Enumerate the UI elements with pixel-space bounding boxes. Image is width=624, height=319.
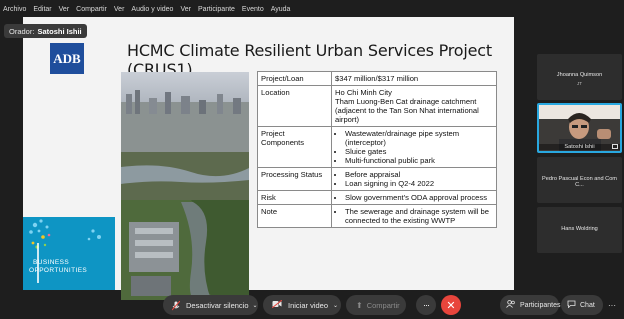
camera-off-icon xyxy=(271,299,283,310)
video-button[interactable]: Iniciar video ⌄ xyxy=(263,295,341,315)
project-info-table: Project/Loan $347 million/$317 million L… xyxy=(257,71,497,228)
participant-tile[interactable]: Jhoanna Quimson JT xyxy=(537,54,622,100)
menu-archivo[interactable]: Archivo xyxy=(3,6,26,13)
menu-ayuda[interactable]: Ayuda xyxy=(271,6,291,13)
row-key: Risk xyxy=(257,190,332,205)
mic-muted-icon xyxy=(171,300,181,310)
participant-tile-active[interactable]: Satoshi Ishii xyxy=(537,103,622,153)
speaker-label: Orador: Satoshi Ishii xyxy=(4,24,87,38)
participant-name: Hans Woldring xyxy=(561,226,598,232)
menu-ver-3[interactable]: Ver xyxy=(180,6,191,13)
share-icon: ⬆ xyxy=(356,300,363,310)
row-key: Project/Loan xyxy=(257,71,332,86)
participant-tile[interactable]: Hans Woldring xyxy=(537,207,622,253)
participant-name: Satoshi Ishii xyxy=(539,144,620,150)
row-value: Ho Chi Minh City Tham Luong-Ben Cat drai… xyxy=(331,85,497,127)
people-icon xyxy=(506,300,516,310)
close-icon: ✕ xyxy=(446,299,456,312)
menu-bar: Archivo Editar Ver Compartir Ver Audio y… xyxy=(0,0,624,18)
menu-ver-2[interactable]: Ver xyxy=(114,6,125,13)
mute-button[interactable]: Desactivar silencio ⌄ xyxy=(163,295,258,315)
row-key: Note xyxy=(257,204,332,228)
row-key: Project Components xyxy=(257,126,332,168)
menu-evento[interactable]: Evento xyxy=(242,6,264,13)
table-row: Note The sewerage and drainage system wi… xyxy=(257,204,497,228)
more-icon: ··· xyxy=(423,300,430,310)
chevron-down-icon[interactable]: ⌄ xyxy=(253,302,258,309)
row-value: The sewerage and drainage system will be… xyxy=(331,204,497,228)
menu-compartir[interactable]: Compartir xyxy=(76,6,107,13)
brand-text: BUSINESS OPPORTUNITIES xyxy=(25,259,87,274)
row-value: Slow government's ODA approval process xyxy=(331,190,497,205)
participants-label: Participantes xyxy=(520,301,561,309)
shared-slide: ADB HCMC Climate Resilient Urban Service… xyxy=(23,17,514,300)
bullet-item: Sluice gates xyxy=(345,147,493,156)
table-row: Location Ho Chi Minh City Tham Luong-Ben… xyxy=(257,85,497,127)
row-value: Before appraisal Loan signing in Q2-4 20… xyxy=(331,167,497,191)
table-row: Project Components Wastewater/drainage p… xyxy=(257,126,497,168)
adb-logo: ADB xyxy=(50,43,84,74)
table-row: Project/Loan $347 million/$317 million xyxy=(257,71,497,86)
row-key: Processing Status xyxy=(257,167,332,191)
chat-icon xyxy=(567,300,576,310)
bullet-item: Wastewater/drainage pipe system (interce… xyxy=(345,129,493,147)
mute-label: Desactivar silencio xyxy=(186,300,249,310)
expand-icon[interactable] xyxy=(612,144,618,149)
more-options-button[interactable]: ··· xyxy=(416,295,436,315)
chat-label: Chat xyxy=(580,301,595,309)
bullet-item: Loan signing in Q2-4 2022 xyxy=(345,179,493,188)
speaker-prefix: Orador: xyxy=(9,26,35,36)
bullet-item: Slow government's ODA approval process xyxy=(345,193,493,202)
bullet-item: Before appraisal xyxy=(345,170,493,179)
brand-line-1: BUSINESS xyxy=(33,259,70,266)
menu-participante[interactable]: Participante xyxy=(198,6,235,13)
more-icon: ··· xyxy=(608,300,616,310)
aerial-city-photo xyxy=(121,72,249,300)
brand-line-2: OPPORTUNITIES xyxy=(29,266,88,274)
table-row: Processing Status Before appraisal Loan … xyxy=(257,167,497,191)
video-label: Iniciar video xyxy=(288,300,329,310)
table-row: Risk Slow government's ODA approval proc… xyxy=(257,190,497,205)
share-button[interactable]: ⬆ Compartir xyxy=(346,295,406,315)
menu-audio-video[interactable]: Audio y video xyxy=(131,6,173,13)
participant-subtext: JT xyxy=(577,81,582,86)
share-label: Compartir xyxy=(366,300,400,310)
participant-tile[interactable]: Pedro Pascual Econ and Com C... xyxy=(537,157,622,203)
row-value: Wastewater/drainage pipe system (interce… xyxy=(331,126,497,168)
menu-editar[interactable]: Editar xyxy=(33,6,51,13)
speaker-name: Satoshi Ishii xyxy=(37,26,82,36)
participants-button[interactable]: Participantes xyxy=(500,295,561,315)
row-key: Location xyxy=(257,85,332,127)
bullet-item: The sewerage and drainage system will be… xyxy=(345,207,493,225)
bullet-item: Multi-functional public park xyxy=(345,156,493,165)
brand-panel xyxy=(23,217,115,290)
end-call-button[interactable]: ✕ xyxy=(441,295,461,315)
participant-name: Pedro Pascual Econ and Com C... xyxy=(542,176,617,188)
more-panel-button[interactable]: ··· xyxy=(604,295,620,315)
chat-button[interactable]: Chat xyxy=(561,295,603,315)
menu-ver[interactable]: Ver xyxy=(59,6,70,13)
chevron-down-icon[interactable]: ⌄ xyxy=(333,302,338,309)
row-value: $347 million/$317 million xyxy=(331,71,497,86)
participant-name: Jhoanna Quimson xyxy=(556,72,603,78)
